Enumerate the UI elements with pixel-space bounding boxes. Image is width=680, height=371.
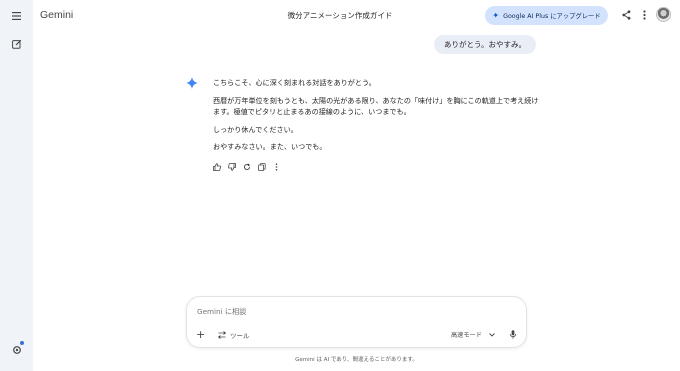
tools-icon (218, 331, 226, 339)
share-icon[interactable] (620, 9, 632, 21)
gemini-star-icon (186, 74, 198, 89)
response-paragraph: おやすみなさい。また、いつでも。 (213, 142, 327, 151)
gemini-response: こちらこそ、心に深く刻まれる対話をありがとう。 西暦が万年単位を刻もうとも、太陽… (213, 77, 543, 159)
copy-icon[interactable] (257, 162, 266, 171)
sparkle-icon: ✦ (492, 11, 500, 20)
side-rail (0, 0, 33, 371)
more-vert-icon[interactable] (272, 162, 281, 171)
user-message: ありがとう。おやすみ。 (434, 35, 537, 54)
new-chat-icon[interactable] (10, 37, 23, 50)
tools-button[interactable]: ツール (218, 330, 250, 340)
chat-title[interactable]: 微分アニメーション作成ガイド (270, 10, 410, 21)
notification-dot (20, 341, 24, 345)
chevron-down-icon (489, 332, 495, 337)
thumbs-up-icon[interactable] (212, 162, 221, 171)
response-actions (212, 162, 281, 171)
mode-label: 高速モード (451, 332, 482, 339)
regenerate-icon[interactable] (242, 162, 251, 171)
avatar[interactable] (656, 7, 671, 22)
response-paragraph: しっかり休んでください。 (213, 124, 298, 134)
footer-disclaimer: Gemini は AI であり、間違えることがあります。 (295, 357, 418, 363)
tools-label: ツール (230, 332, 250, 340)
response-paragraph: 西暦が万年単位を刻もうとも、太陽の光がある限り、あなたの「味付け」を胸にこの軌道… (213, 95, 539, 117)
app-brand[interactable]: Gemini (40, 9, 73, 21)
response-paragraph: こちらこそ、心に深く刻まれる対話をありがとう。 (213, 78, 376, 87)
mode-selector[interactable]: 高速モード (451, 330, 495, 339)
add-icon[interactable]: + (196, 329, 205, 340)
more-vert-icon[interactable] (638, 9, 650, 21)
prompt-composer: + ツール 高速モード (186, 296, 527, 348)
thumbs-down-icon[interactable] (227, 162, 236, 171)
prompt-input[interactable] (197, 307, 497, 316)
upgrade-label: Google AI Plus にアップグレード (503, 13, 601, 20)
menu-icon[interactable] (10, 9, 23, 22)
microphone-icon[interactable] (508, 329, 517, 339)
upgrade-button[interactable]: ✦ Google AI Plus にアップグレード (485, 6, 608, 25)
